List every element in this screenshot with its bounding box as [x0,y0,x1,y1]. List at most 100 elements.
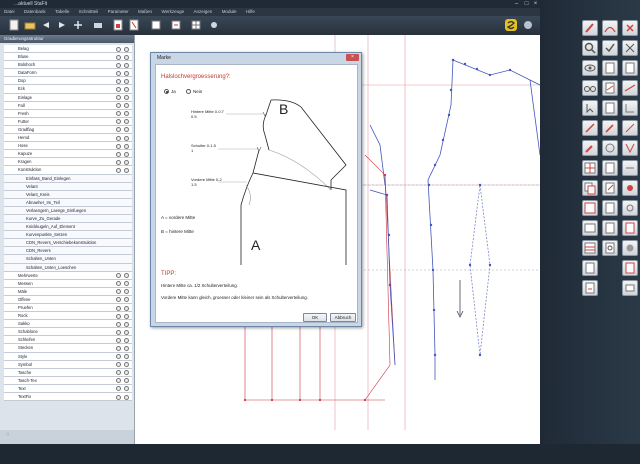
pencil-tool-icon[interactable] [582,20,598,36]
comment-icon[interactable]: ◌ [6,432,10,438]
fold-tool-icon[interactable] [622,120,638,136]
tree-subitem[interactable]: CDN_Revers [4,247,132,256]
tree-item[interactable]: Tasche [4,368,132,377]
print-icon[interactable] [92,19,104,31]
tree-item[interactable]: Konstruktion [4,166,132,175]
tree-item[interactable]: DataForm [4,69,132,78]
eye-tool-icon[interactable] [582,60,598,76]
lock-toggle-icon[interactable] [124,54,129,60]
tree-item[interactable]: Sakko [4,320,132,329]
settings-icon[interactable] [208,19,220,31]
tree-item[interactable]: Offene [4,295,132,304]
pointer-tool-icon[interactable] [582,100,598,116]
lock-toggle-icon[interactable] [124,354,129,360]
document-tool-icon[interactable] [602,60,618,76]
tree-subitem[interactable]: Velant [4,182,132,191]
lock-toggle-icon[interactable] [124,289,129,295]
tree-item[interactable]: Bluse [4,53,132,62]
document-red-icon[interactable] [112,19,124,31]
visibility-toggle-icon[interactable] [116,370,121,376]
lock-toggle-icon[interactable] [124,103,129,109]
check-tool-icon[interactable] [602,40,618,56]
split-tool-icon[interactable] [602,220,618,236]
lock-toggle-icon[interactable] [124,305,129,311]
tree-item[interactable]: Mehrwerte [4,271,132,280]
visibility-toggle-icon[interactable] [116,354,121,360]
lock-toggle-icon[interactable] [124,329,129,335]
lock-toggle-icon[interactable] [124,386,129,392]
tree-subitem[interactable]: Velant_Kreis [4,190,132,199]
export-icon[interactable] [170,19,182,31]
pattern-layout-icon[interactable] [128,19,140,31]
tree-item[interactable]: Style [4,352,132,361]
search-doc-icon[interactable] [602,240,618,256]
symbol-tool-icon[interactable] [622,180,638,196]
layer-tool-icon[interactable] [582,220,598,236]
lock-toggle-icon[interactable] [124,70,129,76]
brush-tool-icon[interactable] [582,140,598,156]
dart-tool-icon[interactable] [622,140,638,156]
tree-item[interactable]: Stecken [4,344,132,353]
tree-item[interactable]: Symbol [4,360,132,369]
lock-toggle-icon[interactable] [124,143,129,149]
tree-item[interactable]: Kapuze [4,150,132,159]
tree-item[interactable]: Hose [4,142,132,151]
visibility-toggle-icon[interactable] [116,86,121,92]
visibility-toggle-icon[interactable] [116,103,121,109]
visibility-toggle-icon[interactable] [116,111,121,117]
table-tool-icon[interactable] [582,240,598,256]
flip-icon[interactable] [72,19,84,31]
rotate-tool-icon[interactable] [602,140,618,156]
lock-toggle-icon[interactable] [124,313,129,319]
edit-curve-icon[interactable] [602,20,618,36]
visibility-toggle-icon[interactable] [116,305,121,311]
note-tool-icon[interactable] [582,260,598,276]
tree-subitem[interactable]: Verlaengern_Laenge_Einfuegen [4,206,132,215]
visibility-toggle-icon[interactable] [116,362,121,368]
visibility-toggle-icon[interactable] [116,167,121,173]
tree-item[interactable]: Einlage [4,93,132,102]
visibility-toggle-icon[interactable] [116,313,121,319]
tree-item[interactable]: Kragen [4,158,132,167]
lock-toggle-icon[interactable] [124,46,129,52]
line-tool-icon[interactable] [582,120,598,136]
button-tool-icon[interactable] [622,200,638,216]
lock-toggle-icon[interactable] [124,78,129,84]
visibility-toggle-icon[interactable] [116,143,121,149]
lock-toggle-icon[interactable] [124,394,129,400]
lock-toggle-icon[interactable] [124,362,129,368]
zoom-tool-icon[interactable] [582,40,598,56]
trim-tool-icon[interactable] [602,80,618,96]
visibility-toggle-icon[interactable] [116,297,121,303]
menu-item[interactable]: Module [218,8,241,15]
lock-toggle-icon[interactable] [124,321,129,327]
lock-toggle-icon[interactable] [124,135,129,141]
export-tool-icon[interactable] [622,260,638,276]
lock-toggle-icon[interactable] [124,86,129,92]
visibility-toggle-icon[interactable] [116,337,121,343]
visibility-toggle-icon[interactable] [116,135,121,141]
measure-tool-icon[interactable] [622,80,638,96]
seam-tool-icon[interactable] [622,100,638,116]
lock-toggle-icon[interactable] [124,273,129,279]
visibility-toggle-icon[interactable] [116,329,121,335]
dialog-close-button[interactable]: × [346,54,359,61]
new-file-icon[interactable] [8,19,20,31]
cut-tool-icon[interactable] [622,40,638,56]
visibility-toggle-icon[interactable] [116,46,121,52]
mirror-tool-icon[interactable] [602,100,618,116]
tree-item[interactable]: Belag [4,45,132,54]
tree-subitem[interactable]: Abnaeher_Im_Teil [4,198,132,207]
lock-toggle-icon[interactable] [124,281,129,287]
visibility-toggle-icon[interactable] [116,70,121,76]
visibility-toggle-icon[interactable] [116,394,121,400]
visibility-toggle-icon[interactable] [116,289,121,295]
lock-toggle-icon[interactable] [124,167,129,173]
visibility-toggle-icon[interactable] [116,62,121,68]
table-icon[interactable] [190,19,202,31]
maximize-icon[interactable]: □ [522,0,531,8]
visibility-toggle-icon[interactable] [116,159,121,165]
pattern-piece-icon[interactable] [582,200,598,216]
radio-yes[interactable]: Ja [164,89,176,95]
visibility-toggle-icon[interactable] [116,119,121,125]
